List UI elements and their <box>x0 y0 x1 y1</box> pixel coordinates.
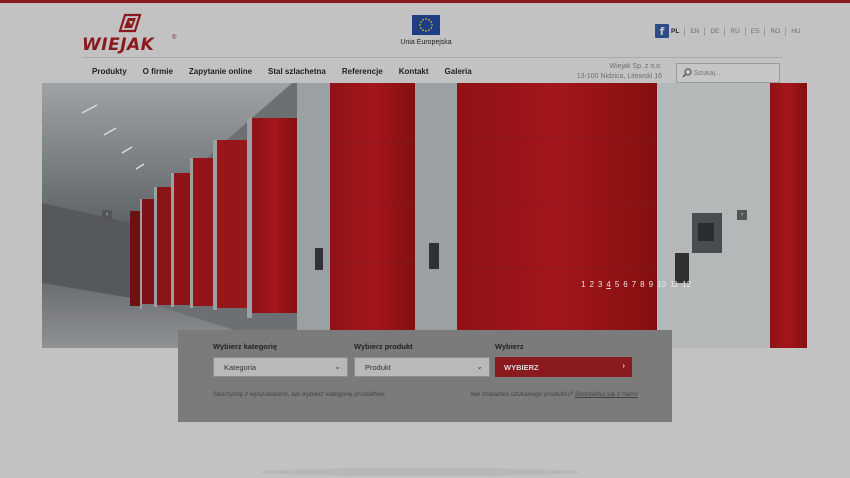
logo-registered-mark: ® <box>172 35 177 41</box>
slider-page-8[interactable]: 8 <box>640 280 644 289</box>
category-label: Wybierz kategorię <box>213 342 278 351</box>
facebook-icon[interactable]: f <box>655 24 669 38</box>
lang-hu[interactable]: HU <box>785 26 805 36</box>
nav-referencje[interactable]: Referencje <box>342 67 383 76</box>
bottom-shadow <box>260 468 580 476</box>
slider-page-3[interactable]: 3 <box>598 280 602 289</box>
slider-page-9[interactable]: 9 <box>649 280 653 289</box>
slider-pagination: 1 2 3 4 5 6 7 8 9 10 11 12 <box>581 280 695 289</box>
main-nav: Produkty O firmie Zapytanie online Stal … <box>82 57 782 84</box>
chevron-down-icon: ⌄ <box>334 362 341 371</box>
nav-produkty[interactable]: Produkty <box>92 67 127 76</box>
choose-button[interactable]: WYBIERZ › <box>495 357 632 377</box>
hero-slider[interactable]: ‹ › 1 2 3 4 5 6 7 8 9 10 11 12 <box>42 83 807 348</box>
nav-galeria[interactable]: Galeria <box>445 67 472 76</box>
slider-page-5[interactable]: 5 <box>615 280 619 289</box>
category-select[interactable]: Kategoria ⌄ <box>213 357 348 377</box>
slider-page-1[interactable]: 1 <box>581 280 585 289</box>
slider-page-12[interactable]: 12 <box>682 280 691 289</box>
slider-next-button[interactable]: › <box>737 210 747 220</box>
nav-kontakt[interactable]: Kontakt <box>399 67 429 76</box>
logo-wordmark: WIEJAK <box>82 35 155 55</box>
nav-o-firmie[interactable]: O firmie <box>143 67 173 76</box>
slider-prev-button[interactable]: ‹ <box>102 210 112 220</box>
logo-mark-icon <box>118 13 142 33</box>
slider-page-2[interactable]: 2 <box>589 280 593 289</box>
chevron-right-icon: › <box>622 361 625 370</box>
hero-image <box>42 83 807 348</box>
lang-ru[interactable]: RU <box>724 26 744 36</box>
slider-page-7[interactable]: 7 <box>632 280 636 289</box>
product-finder: Wybierz kategorię Kategoria ⌄ Wybierz pr… <box>178 330 672 422</box>
choose-button-label: WYBIERZ <box>504 363 539 372</box>
lang-en[interactable]: EN <box>684 26 704 36</box>
eu-label: Unia Europejska <box>400 39 452 46</box>
slider-page-6[interactable]: 6 <box>623 280 627 289</box>
product-label: Wybierz produkt <box>354 342 413 351</box>
lang-ro[interactable]: RO <box>764 26 785 36</box>
nav-stal-szlachetna[interactable]: Stal szlachetna <box>268 67 326 76</box>
eu-flag-icon <box>412 15 440 35</box>
missing-product-question: Nie znalazłeś szukanego produktu? <box>470 391 573 398</box>
choose-label: Wybierz <box>495 342 524 351</box>
wiejak-logo[interactable]: WIEJAK ® <box>82 13 182 55</box>
category-select-value: Kategoria <box>224 363 257 372</box>
contact-us-link[interactable]: Skontaktuj się z nami! <box>575 391 638 398</box>
lang-de[interactable]: DE <box>704 26 724 36</box>
chevron-down-icon: ⌄ <box>476 362 483 371</box>
slider-page-10[interactable]: 10 <box>657 280 666 289</box>
eu-badge[interactable]: Unia Europejska <box>396 15 456 46</box>
lang-pl[interactable]: PL <box>669 27 684 36</box>
lang-es[interactable]: ES <box>744 26 765 36</box>
product-select-value: Produkt <box>365 363 391 372</box>
language-switcher: f PL EN DE RU ES RO HU <box>655 24 806 38</box>
slider-page-11[interactable]: 11 <box>670 280 678 289</box>
finder-hint: Skorzystaj z wyszukiwarki, lub wybierz k… <box>213 391 386 398</box>
nav-zapytanie-online[interactable]: Zapytanie online <box>189 67 252 76</box>
missing-product-text: Nie znalazłeś szukanego produktu? Skonta… <box>470 391 638 398</box>
slider-page-4[interactable]: 4 <box>606 280 610 289</box>
product-select[interactable]: Produkt ⌄ <box>354 357 490 377</box>
